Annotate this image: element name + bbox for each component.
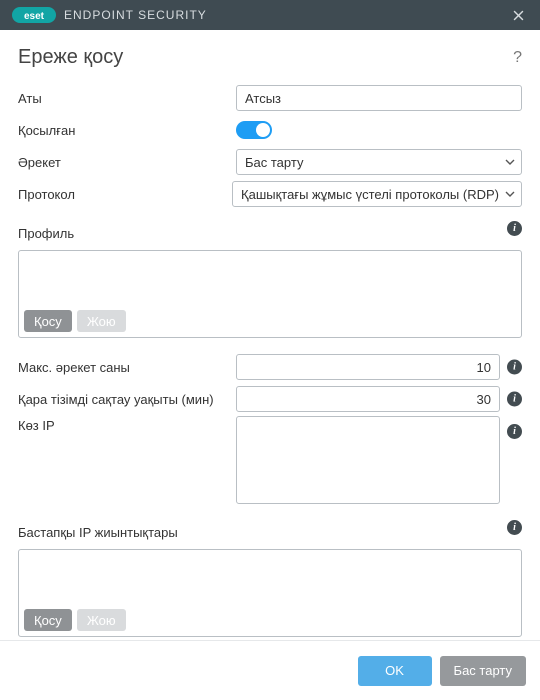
source-ip-input[interactable] [236,416,500,504]
profile-add-button[interactable]: Қосу [24,310,72,332]
close-button[interactable] [506,3,530,27]
action-select[interactable]: Бас тарту [236,149,522,175]
max-attempts-input[interactable] [236,354,500,380]
titlebar: eset ENDPOINT SECURITY [0,0,540,30]
cancel-button[interactable]: Бас тарту [440,656,526,686]
close-icon [513,10,524,21]
protocol-label: Протокол [18,182,232,207]
profile-listbox[interactable]: Қосу Жою [18,250,522,338]
info-icon[interactable]: i [507,392,522,407]
action-label: Әрекет [18,150,236,175]
protocol-select-value: Қашықтағы жұмыс үстелі протоколы (RDP) [241,187,499,202]
chevron-down-icon [505,157,515,167]
ipsets-add-button[interactable]: Қосу [24,609,72,631]
source-ip-sets-label: Бастапқы IP жиынтықтары [18,520,522,545]
info-icon[interactable]: i [507,360,522,375]
content: Ереже қосу ? Аты Қосылған Әрекет Бас тар… [0,30,540,640]
source-ip-sets-listbox[interactable]: Қосу Жою [18,549,522,637]
chevron-down-icon [505,189,515,199]
source-ip-label: Көз IP [18,416,236,438]
profile-label: Профиль [18,221,522,246]
blacklist-retention-input[interactable] [236,386,500,412]
page-title: Ереже қосу [18,46,513,69]
protocol-select[interactable]: Қашықтағы жұмыс үстелі протоколы (RDP) [232,181,522,207]
svg-text:eset: eset [24,11,45,22]
ok-button[interactable]: OK [358,656,432,686]
info-icon[interactable]: i [507,520,522,535]
ipsets-delete-button: Жою [77,609,126,631]
brand-logo: eset [12,7,56,23]
name-input[interactable] [236,85,522,111]
blacklist-retention-label: Қара тізімді сақтау уақыты (мин) [18,387,236,412]
profile-delete-button: Жою [77,310,126,332]
max-attempts-label: Макс. әрекет саны [18,355,236,380]
product-name: ENDPOINT SECURITY [64,8,207,22]
info-icon[interactable]: i [507,221,522,236]
info-icon[interactable]: i [507,424,522,439]
enabled-label: Қосылған [18,118,236,143]
name-label: Аты [18,86,236,111]
footer: OK Бас тарту [0,640,540,700]
enabled-toggle[interactable] [236,121,272,139]
help-button[interactable]: ? [513,49,522,67]
action-select-value: Бас тарту [245,155,499,170]
